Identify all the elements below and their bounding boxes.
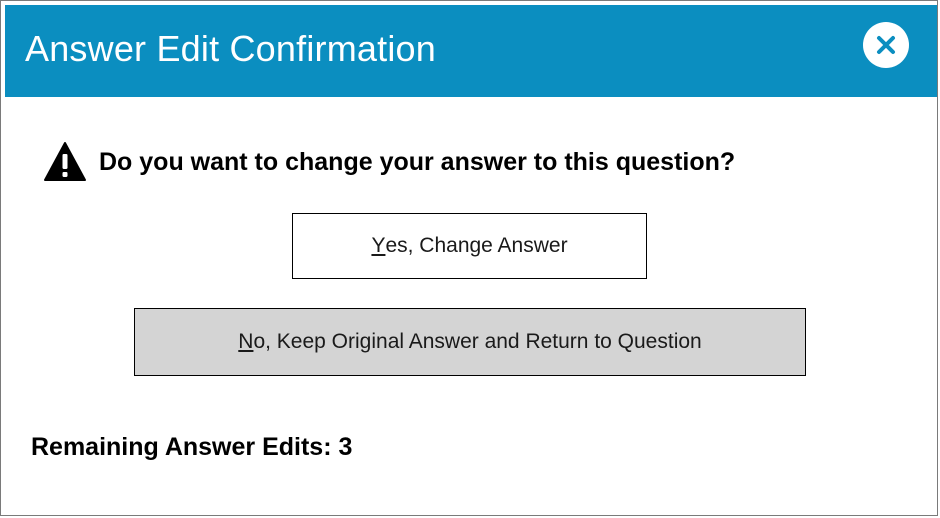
- yes-access-key: Y: [371, 234, 386, 257]
- answer-edit-dialog: Answer Edit Confirmation Do you want to …: [0, 0, 938, 516]
- no-keep-original-button[interactable]: No, Keep Original Answer and Return to Q…: [134, 308, 806, 376]
- no-button-label: o, Keep Original Answer and Return to Qu…: [253, 330, 702, 353]
- no-access-key: N: [238, 330, 254, 353]
- yes-change-answer-button[interactable]: Yes, Change Answer: [292, 213, 647, 279]
- close-button[interactable]: [863, 22, 909, 68]
- dialog-title: Answer Edit Confirmation: [25, 28, 436, 69]
- yes-button-label: es, Change Answer: [385, 234, 568, 257]
- close-icon: [877, 36, 895, 54]
- remaining-edits-label: Remaining Answer Edits:: [31, 433, 332, 461]
- dialog-title-bar: Answer Edit Confirmation: [5, 5, 937, 97]
- remaining-edits-count: 3: [338, 433, 353, 461]
- remaining-edits: Remaining Answer Edits: 3: [31, 433, 352, 462]
- question-text: Do you want to change your answer to thi…: [99, 147, 736, 176]
- question-row: Do you want to change your answer to thi…: [43, 140, 735, 184]
- warning-triangle-icon: [44, 142, 86, 181]
